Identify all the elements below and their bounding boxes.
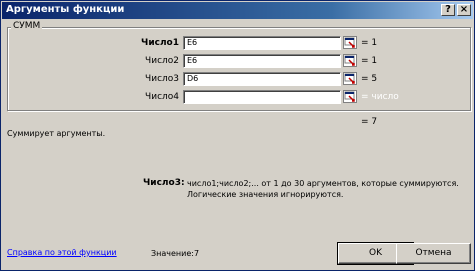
collapse-dialog-icon	[344, 91, 355, 102]
argument-help-title: Число3:	[143, 178, 185, 188]
arg1-result: = 1	[361, 38, 378, 48]
arg2-input[interactable]: E6	[183, 54, 341, 68]
arg2-collapse-button[interactable]	[343, 54, 357, 67]
arg1-input[interactable]: E6	[183, 36, 341, 50]
arg3-result: = 5	[361, 74, 378, 84]
formula-value-number: 7	[193, 249, 200, 258]
arg1-collapse-button[interactable]	[343, 36, 357, 49]
formula-value: Значение:7	[151, 249, 199, 258]
close-button[interactable]: ×	[457, 4, 471, 16]
collapse-dialog-icon	[344, 37, 355, 48]
arg1-label: Число1	[141, 38, 179, 48]
window-title: Аргументы функции	[6, 4, 125, 15]
cancel-button[interactable]: Отмена	[396, 243, 471, 264]
argument-help-line1: число1;число2;... от 1 до 30 аргументов,…	[187, 179, 459, 188]
arg4-label: Число4	[145, 92, 179, 102]
arg4-result: = число	[361, 92, 399, 102]
formula-value-label: Значение:	[151, 249, 194, 258]
arg3-collapse-button[interactable]	[343, 72, 357, 85]
arg3-input[interactable]: D6	[183, 72, 341, 86]
title-bar[interactable]: Аргументы функции ? ×	[2, 2, 473, 19]
arg2-result: = 1	[361, 56, 378, 66]
arg3-label: Число3	[145, 74, 179, 84]
help-button[interactable]: ?	[441, 4, 455, 16]
formula-result: = 7	[361, 117, 378, 127]
function-help-link[interactable]: Справка по этой функции	[7, 248, 117, 257]
function-description: Суммирует аргументы.	[7, 129, 106, 138]
arg2-label: Число2	[145, 56, 179, 66]
arg4-input[interactable]	[183, 90, 341, 104]
argument-help-text: число1;число2;... от 1 до 30 аргументов,…	[187, 178, 467, 200]
argument-help-line2: Логические значения игнорируются.	[187, 190, 344, 199]
collapse-dialog-icon	[344, 55, 355, 66]
collapse-dialog-icon	[344, 73, 355, 84]
arg4-collapse-button[interactable]	[343, 90, 357, 103]
function-name-label: СУММ	[11, 21, 43, 31]
